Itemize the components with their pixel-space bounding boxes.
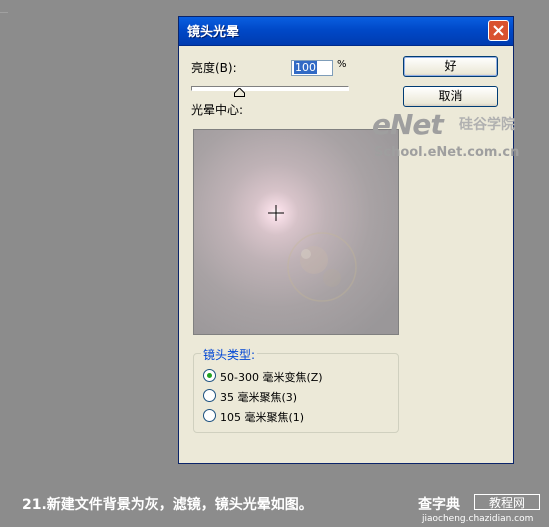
brightness-slider-thumb[interactable]	[234, 88, 245, 97]
caption-text: 21.新建文件背景为灰，滤镜，镜头光晕如图。	[22, 497, 313, 513]
cancel-button[interactable]: 取消	[403, 86, 498, 107]
site-box: 教程网	[474, 494, 540, 510]
flare-center-label: 光晕中心:	[191, 103, 244, 117]
close-button[interactable]	[488, 20, 509, 41]
flare-preview[interactable]	[193, 129, 399, 335]
lens-flare-dialog: 镜头光晕 亮度(B): 100 % 光晕中心: 好 取消 镜头类型: 50-30…	[178, 16, 514, 464]
dialog-title: 镜头光晕	[187, 25, 240, 40]
lens-option-50-300-radio[interactable]	[203, 369, 216, 382]
site-url: jiaocheng.chazidian.com	[422, 514, 534, 524]
title-bar[interactable]: 镜头光晕	[179, 17, 513, 46]
brightness-value: 100	[294, 61, 317, 74]
lens-option-35-label[interactable]: 35 毫米聚焦(3)	[220, 389, 297, 405]
flare-preview-graphic	[268, 205, 357, 302]
watermark-logo-cn: 硅谷学院	[459, 117, 515, 133]
lens-option-105-label[interactable]: 105 毫米聚焦(1)	[220, 409, 304, 425]
lens-option-50-300-label[interactable]: 50-300 毫米变焦(Z)	[220, 369, 323, 385]
lens-type-title: 镜头类型:	[201, 346, 258, 363]
close-icon	[493, 25, 504, 36]
brightness-input[interactable]: 100	[291, 60, 333, 76]
brightness-slider-track[interactable]	[191, 86, 349, 91]
brightness-label: 亮度(B):	[191, 61, 237, 75]
watermark-logo: eNet	[372, 108, 444, 141]
watermark-url: School.eNet.com.cn	[374, 145, 520, 160]
brightness-unit: %	[337, 59, 347, 70]
lens-option-105-radio[interactable]	[203, 409, 216, 422]
divider	[0, 12, 8, 13]
ok-button[interactable]: 好	[403, 56, 498, 77]
site-name: 查字典	[418, 497, 460, 513]
lens-option-35-radio[interactable]	[203, 389, 216, 402]
